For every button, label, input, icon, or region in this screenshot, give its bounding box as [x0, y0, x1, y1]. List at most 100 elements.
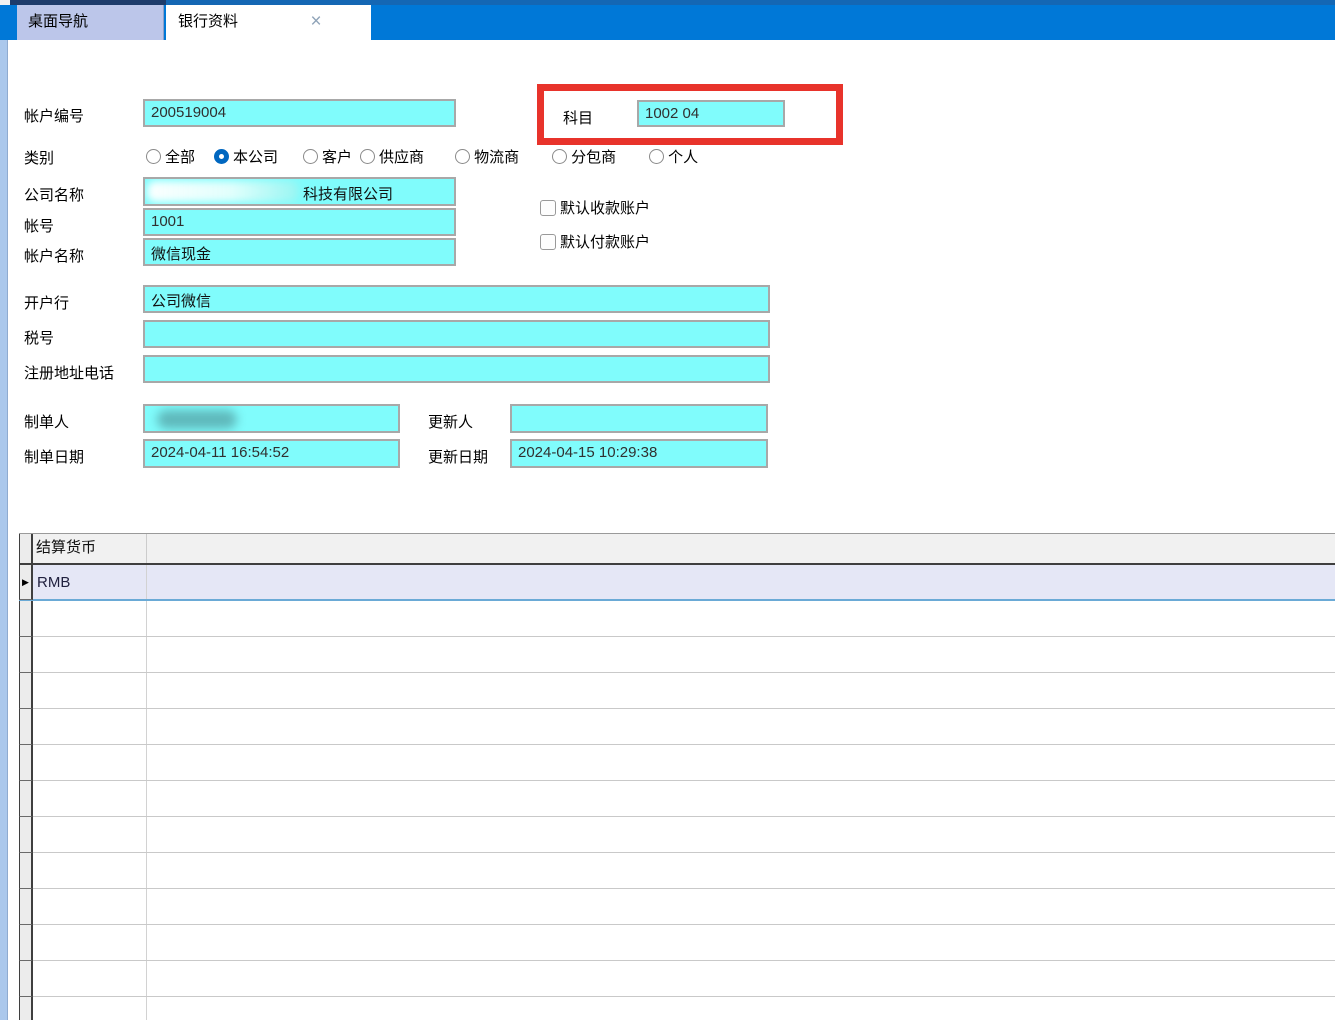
radio-option-全部[interactable]: 全部 [146, 146, 195, 167]
radio-option-供应商[interactable]: 供应商 [360, 146, 424, 167]
bank-label: 开户行 [24, 292, 69, 313]
creator-label: 制单人 [24, 411, 69, 432]
currency-cell[interactable] [33, 601, 147, 636]
currency-row-RMB[interactable]: ▶RMB [19, 565, 1335, 601]
radio-option-分包商[interactable]: 分包商 [552, 146, 616, 167]
empty-grid-row[interactable] [19, 709, 1335, 745]
row-indicator [19, 925, 33, 961]
radio-icon [214, 149, 229, 164]
currency-column-header[interactable]: 结算货币 [33, 534, 147, 563]
default-pay-checkbox[interactable]: 默认付款账户 [540, 231, 650, 252]
reg-addr-field[interactable] [143, 355, 770, 383]
reg-addr-label: 注册地址电话 [24, 362, 114, 383]
category-label: 类别 [24, 147, 54, 168]
create-date-field[interactable]: 2024-04-11 16:54:52 [143, 439, 400, 468]
default-receive-checkbox[interactable]: 默认收款账户 [540, 197, 650, 218]
currency-cell[interactable] [33, 889, 147, 924]
empty-cell[interactable] [147, 781, 1335, 816]
currency-cell[interactable] [33, 997, 147, 1020]
radio-icon [455, 149, 470, 164]
radio-label: 分包商 [571, 146, 616, 167]
account-no-field[interactable]: 200519004 [143, 99, 456, 127]
currency-cell[interactable] [33, 817, 147, 852]
grid-header-row: 结算货币 [19, 534, 1335, 565]
row-indicator-header [19, 534, 33, 563]
radio-icon [146, 149, 161, 164]
bank-info-window: 桌面导航 银行资料 × 帐户编号 类别 公司名称 帐号 帐户名称 开户行 税号 … [0, 0, 1335, 1020]
checkbox-label: 默认付款账户 [560, 231, 650, 252]
grid-body: ▶RMB [19, 565, 1335, 1020]
empty-cell[interactable] [147, 637, 1335, 672]
account-no-label: 帐户编号 [24, 105, 84, 126]
account-label: 帐号 [24, 215, 54, 236]
currency-cell[interactable] [33, 853, 147, 888]
empty-grid-row[interactable] [19, 601, 1335, 637]
empty-cell[interactable] [147, 817, 1335, 852]
currency-cell[interactable] [33, 745, 147, 780]
empty-grid-row[interactable] [19, 961, 1335, 997]
radio-label: 个人 [668, 146, 698, 167]
empty-cell[interactable] [147, 673, 1335, 708]
radio-option-客户[interactable]: 客户 [303, 146, 352, 167]
empty-cell[interactable] [147, 961, 1335, 996]
empty-grid-row[interactable] [19, 889, 1335, 925]
currency-cell[interactable] [33, 709, 147, 744]
updater-field[interactable] [510, 404, 768, 433]
empty-cell[interactable] [147, 889, 1335, 924]
empty-grid-row[interactable] [19, 673, 1335, 709]
currency-cell[interactable]: RMB [33, 565, 147, 599]
tax-no-field[interactable] [143, 320, 770, 348]
checkbox-label: 默认收款账户 [560, 197, 650, 218]
checkbox-icon [540, 234, 556, 250]
empty-grid-row[interactable] [19, 781, 1335, 817]
row-indicator [19, 889, 33, 925]
account-field[interactable]: 1001 [143, 208, 456, 236]
currency-cell[interactable] [33, 925, 147, 960]
account-name-field[interactable]: 微信现金 [143, 238, 456, 266]
empty-cell[interactable] [147, 565, 1335, 599]
empty-grid-row[interactable] [19, 925, 1335, 961]
subject-label: 科目 [563, 107, 593, 128]
radio-option-物流商[interactable]: 物流商 [455, 146, 519, 167]
updater-label: 更新人 [428, 411, 473, 432]
subject-field[interactable]: 1002 04 [637, 100, 785, 127]
close-icon[interactable]: × [304, 5, 328, 39]
row-indicator [19, 997, 33, 1020]
empty-cell[interactable] [147, 709, 1335, 744]
creator-field[interactable] [143, 404, 400, 433]
tab-desktop-nav[interactable]: 桌面导航 [17, 5, 164, 40]
settlement-currency-grid: 结算货币 ▶RMB [19, 533, 1335, 1020]
empty-grid-row[interactable] [19, 817, 1335, 853]
company-name-field[interactable]: 科技有限公司 [143, 177, 456, 206]
update-date-label: 更新日期 [428, 446, 488, 467]
empty-cell[interactable] [147, 853, 1335, 888]
account-name-label: 帐户名称 [24, 245, 84, 266]
currency-cell[interactable] [33, 781, 147, 816]
currency-cell[interactable] [33, 961, 147, 996]
radio-label: 物流商 [474, 146, 519, 167]
empty-grid-row[interactable] [19, 853, 1335, 889]
currency-cell[interactable] [33, 673, 147, 708]
empty-cell[interactable] [147, 997, 1335, 1020]
empty-cell[interactable] [147, 745, 1335, 780]
bank-field[interactable]: 公司微信 [143, 285, 770, 313]
update-date-field[interactable]: 2024-04-15 10:29:38 [510, 439, 768, 468]
empty-grid-row[interactable] [19, 997, 1335, 1020]
row-indicator [19, 781, 33, 817]
tab-label: 银行资料 [178, 13, 238, 30]
empty-cell[interactable] [147, 925, 1335, 960]
row-indicator [19, 745, 33, 781]
empty-grid-row[interactable] [19, 745, 1335, 781]
tab-bank-info[interactable]: 银行资料 × [166, 5, 371, 40]
row-indicator [19, 961, 33, 997]
left-splitter[interactable] [0, 40, 8, 1020]
company-name-label: 公司名称 [24, 184, 84, 205]
row-indicator [19, 601, 33, 637]
empty-cell[interactable] [147, 601, 1335, 636]
currency-cell[interactable] [33, 637, 147, 672]
empty-grid-row[interactable] [19, 637, 1335, 673]
radio-icon [649, 149, 664, 164]
row-indicator [19, 853, 33, 889]
radio-option-本公司[interactable]: 本公司 [214, 146, 278, 167]
radio-option-个人[interactable]: 个人 [649, 146, 698, 167]
